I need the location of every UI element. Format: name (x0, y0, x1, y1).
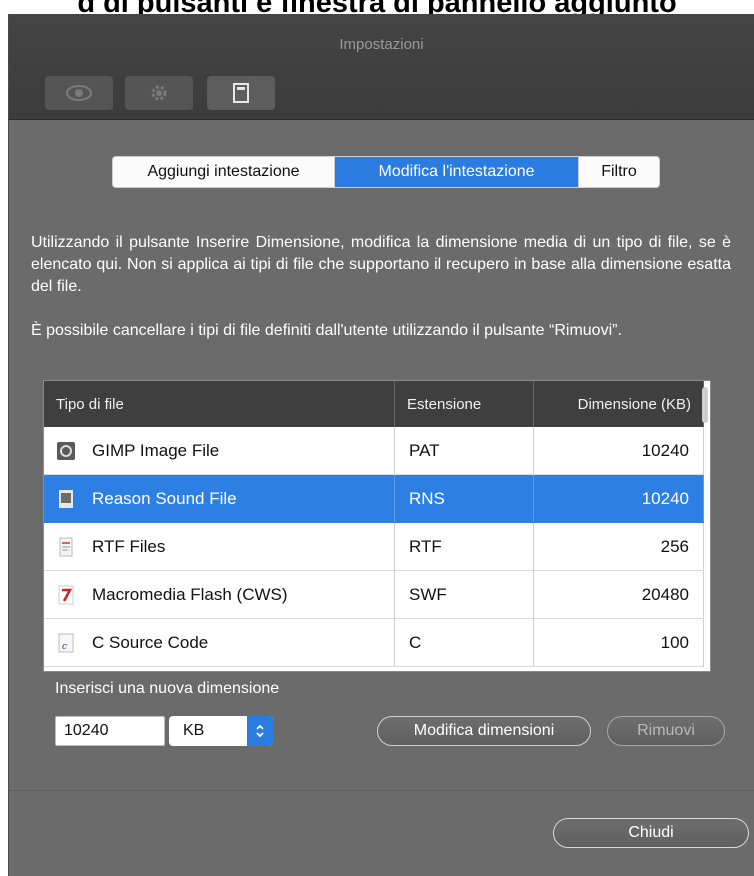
c-source-file-icon: c (58, 633, 74, 652)
gear-icon (151, 85, 167, 101)
file-types-table: Tipo di file Estensione Dimensione (KB) … (43, 380, 711, 672)
file-size: 10240 (534, 475, 704, 522)
unit-select-value: KB (183, 722, 205, 739)
toolbar-settings-button[interactable] (125, 76, 193, 110)
toolbar-document-button[interactable] (207, 76, 275, 110)
footer-divider (9, 790, 754, 791)
svg-text:c: c (62, 642, 67, 652)
remove-button[interactable]: Rimuovi (607, 716, 725, 746)
tab-bar: Aggiungi intestazione Modifica l'intesta… (112, 156, 660, 188)
file-type-name: Macromedia Flash (CWS) (92, 584, 288, 604)
table-row[interactable]: Reason Sound File RNS 10240 (44, 475, 704, 523)
file-extension: SWF (395, 571, 534, 618)
file-size: 10240 (534, 427, 704, 474)
size-input[interactable] (55, 716, 165, 746)
table-row[interactable]: c C Source Code C 100 (44, 619, 704, 667)
file-extension: RTF (395, 523, 534, 570)
table-header: Tipo di file Estensione Dimensione (KB) (44, 381, 704, 427)
toolbar-view-button[interactable] (45, 76, 113, 110)
column-header-file-type[interactable]: Tipo di file (44, 381, 395, 427)
table-row[interactable]: RTF Files RTF 256 (44, 523, 704, 571)
close-button[interactable]: Chiudi (553, 818, 749, 848)
document-icon (233, 83, 249, 103)
table-row[interactable]: GIMP Image File PAT 10240 (44, 427, 704, 475)
tab-filtro[interactable]: Filtro (578, 157, 659, 187)
file-extension: RNS (395, 475, 534, 522)
sound-file-icon (59, 489, 73, 508)
table-body: GIMP Image File PAT 10240 Reason Sound F… (44, 427, 704, 667)
eye-icon (66, 85, 92, 101)
file-extension: PAT (395, 427, 534, 474)
file-size: 256 (534, 523, 704, 570)
window-title: Impostazioni (339, 36, 424, 53)
file-type-name: Reason Sound File (92, 488, 237, 508)
table-scrollbar[interactable] (702, 387, 708, 671)
titlebar: Impostazioni (9, 14, 754, 120)
flash-file-icon (58, 585, 74, 604)
file-type-name: RTF Files (92, 536, 166, 556)
description-paragraph-2: È possibile cancellare i tipi di file de… (31, 322, 622, 339)
scroll-thumb[interactable] (702, 387, 708, 423)
file-type-name: C Source Code (92, 632, 209, 652)
file-extension: C (395, 619, 534, 666)
description-paragraph-1: Utilizzando il pulsante Inserire Dimensi… (31, 234, 731, 295)
file-size: 100 (534, 619, 704, 666)
column-header-size[interactable]: Dimensione (KB) (534, 381, 704, 427)
gimp-file-icon (57, 441, 75, 460)
settings-window: Impostazioni Aggiungi intestazione Modif… (8, 14, 754, 876)
rtf-file-icon (59, 537, 73, 556)
chevron-updown-icon (247, 716, 273, 746)
unit-select[interactable]: KB (169, 716, 273, 746)
tab-aggiungi-intestazione[interactable]: Aggiungi intestazione (113, 157, 334, 187)
file-size: 20480 (534, 571, 704, 618)
new-size-label: Inserisci una nuova dimensione (55, 680, 280, 697)
table-row[interactable]: Macromedia Flash (CWS) SWF 20480 (44, 571, 704, 619)
tab-modifica-intestazione[interactable]: Modifica l'intestazione (334, 157, 578, 187)
modify-size-button[interactable]: Modifica dimensioni (377, 716, 591, 746)
file-type-name: GIMP Image File (92, 440, 220, 460)
column-header-extension[interactable]: Estensione (395, 381, 534, 427)
